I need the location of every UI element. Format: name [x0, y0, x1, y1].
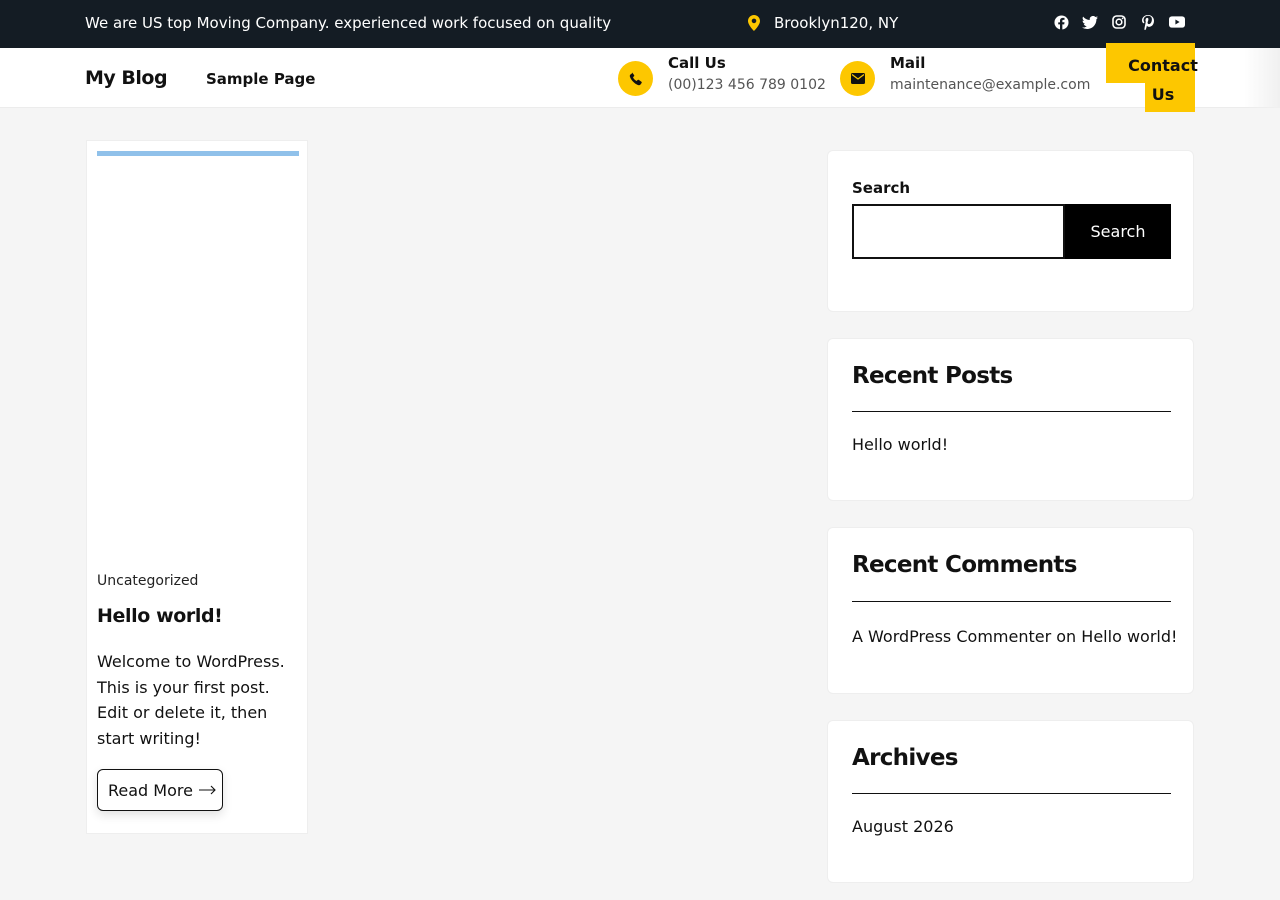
read-more-button[interactable]: Read More [97, 769, 223, 811]
location: Brooklyn120, NY [748, 14, 898, 32]
call-us-phone[interactable]: (00)123 456 789 0102 [668, 77, 826, 93]
post-excerpt: Welcome to WordPress. This is your first… [97, 652, 285, 748]
comment-joiner: on [1056, 627, 1077, 646]
search-input[interactable] [852, 204, 1065, 259]
header-fade [1244, 48, 1280, 108]
recent-comments-widget: Recent Comments A WordPress Commenter on… [827, 527, 1194, 694]
divider [852, 793, 1171, 794]
top-bar: We are US top Moving Company. experience… [0, 0, 1280, 48]
envelope-icon [840, 61, 875, 96]
recent-posts-title: Recent Posts [852, 363, 1013, 389]
featured-image-placeholder [97, 151, 299, 156]
recent-posts-widget: Recent Posts Hello world! [827, 338, 1194, 501]
archive-link[interactable]: August 2026 [852, 817, 954, 836]
location-text: Brooklyn120, NY [774, 14, 899, 32]
call-us-title: Call Us [668, 54, 726, 72]
search-widget: Search Search [827, 150, 1194, 312]
search-label: Search [852, 179, 911, 197]
mail-block: Mail maintenance@example.com [840, 54, 1090, 96]
instagram-icon[interactable] [1111, 14, 1127, 30]
site-logo[interactable]: My Blog [85, 67, 168, 89]
call-us-block: Call Us (00)123 456 789 0102 [618, 54, 826, 96]
recent-post-link[interactable]: Hello world! [852, 435, 948, 454]
facebook-icon[interactable] [1053, 14, 1069, 30]
divider [852, 601, 1171, 602]
pinterest-icon[interactable] [1140, 14, 1156, 30]
tagline: We are US top Moving Company. experience… [85, 14, 612, 32]
post-category[interactable]: Uncategorized [97, 573, 198, 589]
site-header: My Blog Sample Page Call Us (00)123 456 … [0, 48, 1280, 108]
arrow-right-icon [198, 785, 216, 795]
twitter-icon[interactable] [1082, 14, 1098, 30]
archives-title: Archives [852, 745, 958, 771]
post-title[interactable]: Hello world! [97, 605, 223, 627]
post-card: Uncategorized Hello world! Welcome to Wo… [86, 140, 308, 834]
phone-icon [618, 61, 653, 96]
map-pin-icon [748, 15, 760, 31]
mail-title: Mail [890, 54, 926, 72]
mail-address[interactable]: maintenance@example.com [890, 77, 1090, 93]
archives-widget: Archives August 2026 [827, 720, 1194, 883]
contact-us-button[interactable]: Contact Us [1128, 51, 1198, 109]
comment-post-link[interactable]: Hello world! [1081, 627, 1177, 646]
nav-link-sample-page[interactable]: Sample Page [206, 70, 315, 88]
read-more-label: Read More [108, 780, 193, 800]
divider [852, 411, 1171, 412]
social-links [1053, 14, 1185, 30]
youtube-icon[interactable] [1169, 14, 1185, 30]
comment-author-link[interactable]: A WordPress Commenter [852, 627, 1051, 646]
search-button[interactable]: Search [1065, 204, 1171, 259]
recent-comments-title: Recent Comments [852, 552, 1077, 578]
recent-comment: A WordPress Commenter on Hello world! [852, 627, 1177, 646]
